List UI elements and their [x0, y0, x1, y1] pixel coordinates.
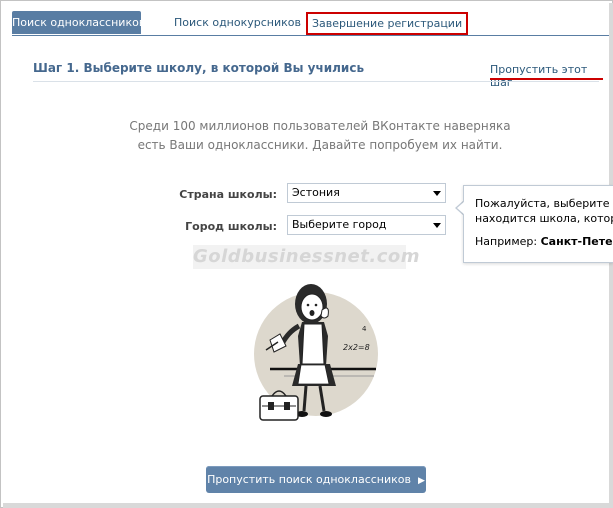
city-label: Город школы: — [185, 220, 277, 233]
svg-text:4: 4 — [362, 325, 367, 333]
city-hint-tooltip: Пожалуйста, выберите гор находится школа… — [463, 185, 613, 263]
country-select-value: Эстония — [292, 186, 340, 199]
intro-line-2: есть Ваши одноклассники. Давайте попробу… — [137, 138, 503, 152]
tooltip-line-1: Пожалуйста, выберите гор — [475, 197, 613, 210]
frame-shadow — [3, 503, 613, 508]
svg-text:2x2=8: 2x2=8 — [343, 343, 370, 352]
intro-line-1: Среди 100 миллионов пользователей ВКонта… — [129, 119, 511, 133]
watermark: Goldbusinessnet.com — [193, 245, 420, 269]
dropdown-arrow-icon — [433, 223, 441, 228]
tooltip-line-2: находится школа, которун — [475, 212, 613, 225]
dropdown-arrow-icon — [433, 191, 441, 196]
skip-classmates-search-button[interactable]: Пропустить поиск одноклассников ▶ — [206, 466, 426, 493]
step-title: Шаг 1. Выберите школу, в которой Вы учил… — [33, 61, 365, 75]
schoolgirl-illustration: 2x2=8 4 — [254, 284, 378, 421]
skip-link-highlight — [490, 78, 603, 80]
country-label: Страна школы: — [179, 188, 277, 201]
tab-coursemates-search[interactable]: Поиск однокурсников — [164, 11, 311, 34]
tooltip-example-prefix: Например: — [475, 235, 541, 248]
tab-finish-registration[interactable]: Завершение регистрации — [306, 12, 469, 35]
skip-step-link[interactable]: Пропустить этот шаг — [490, 63, 613, 89]
chevron-right-icon: ▶ — [417, 476, 425, 486]
tooltip-example-value: Санкт-Петер( — [540, 235, 613, 248]
divider — [33, 81, 599, 82]
tab-bar: Поиск одноклассников Поиск однокурсников… — [12, 11, 609, 36]
intro-text: Среди 100 миллионов пользователей ВКонта… — [120, 117, 520, 155]
city-select[interactable]: Выберите город — [287, 215, 446, 235]
city-select-value: Выберите город — [292, 218, 387, 231]
country-select[interactable]: Эстония — [287, 183, 446, 203]
tooltip-pointer-inner — [457, 201, 465, 215]
skip-search-button-label: Пропустить поиск одноклассников — [207, 473, 411, 486]
tooltip-example: Например: Санкт-Петер( — [475, 234, 613, 249]
tab-classmates-search[interactable]: Поиск одноклассников — [12, 11, 145, 34]
